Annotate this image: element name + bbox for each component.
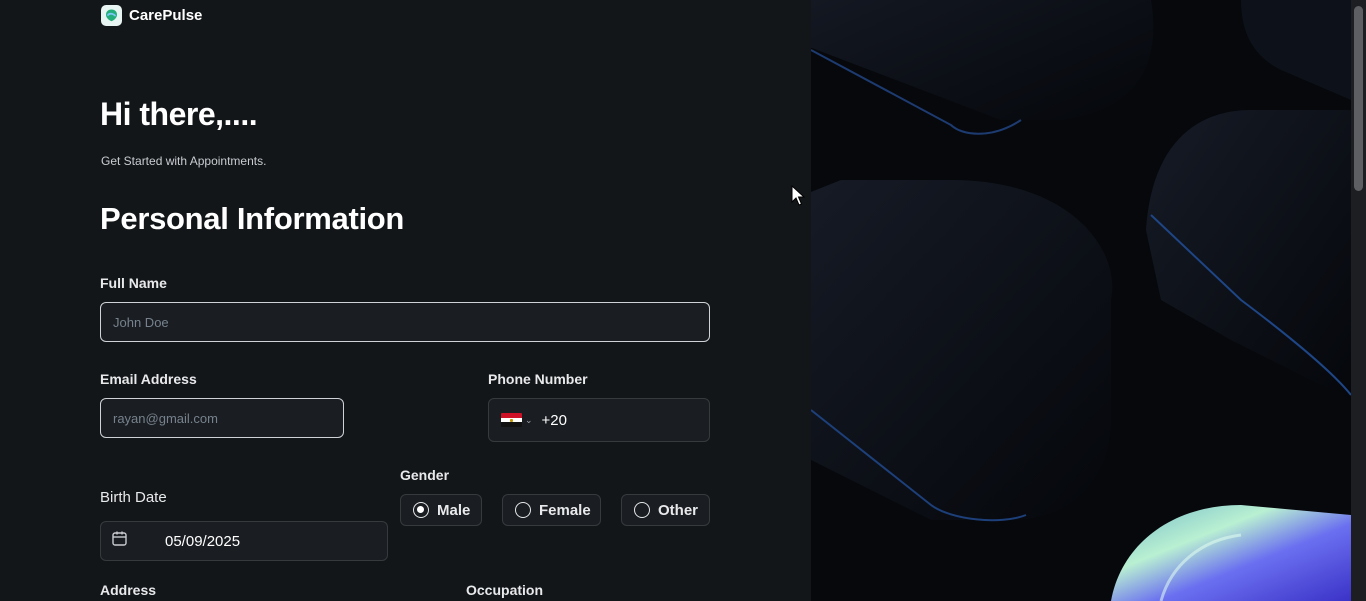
full-name-input[interactable]: [101, 303, 709, 341]
gender-option-label: Male: [437, 501, 471, 519]
brand-name: CarePulse: [129, 7, 203, 24]
phone-label: Phone Number: [488, 371, 588, 387]
chevron-down-icon: ⌄: [525, 414, 533, 425]
calendar-icon: [111, 530, 128, 552]
decorative-image-panel: [811, 0, 1351, 601]
full-name-label: Full Name: [100, 275, 167, 291]
phone-code[interactable]: +20: [542, 412, 567, 429]
email-field: [100, 398, 344, 438]
gender-option-female[interactable]: Female: [502, 494, 601, 526]
form-panel: CarePulse Hi there,.... Get Started with…: [0, 0, 811, 601]
address-label: Address: [100, 582, 157, 598]
radio-unchecked-icon: [515, 502, 531, 518]
subtitle: Get Started with Appointments.: [101, 154, 267, 168]
birth-date-field[interactable]: 05/09/2025: [100, 521, 388, 561]
section-title: Personal Information: [100, 201, 405, 236]
greeting-heading: Hi there,....: [100, 96, 258, 132]
egypt-flag-icon: [501, 413, 522, 427]
carepulse-logo-icon: [101, 5, 122, 26]
gender-label: Gender: [400, 467, 450, 483]
gender-option-male[interactable]: Male: [400, 494, 482, 526]
country-selector[interactable]: ⌄: [501, 413, 533, 427]
radio-unchecked-icon: [634, 502, 650, 518]
scrollbar-thumb[interactable]: [1354, 6, 1363, 191]
email-label: Email Address: [100, 371, 197, 387]
gender-option-other[interactable]: Other: [621, 494, 710, 526]
abstract-3d-background-image: [811, 0, 1351, 601]
brand-logo[interactable]: CarePulse: [101, 5, 202, 26]
mouse-pointer-icon: [791, 184, 806, 212]
phone-field[interactable]: ⌄ +20: [488, 398, 710, 442]
full-name-field: [100, 302, 710, 342]
gender-option-label: Female: [539, 501, 591, 519]
email-input[interactable]: [101, 399, 343, 437]
radio-checked-icon: [413, 502, 429, 518]
occupation-label: Occupation: [466, 582, 544, 598]
gender-option-label: Other: [658, 501, 699, 519]
birth-date-label: Birth Date: [100, 489, 167, 506]
birth-date-value: 05/09/2025: [165, 532, 241, 550]
